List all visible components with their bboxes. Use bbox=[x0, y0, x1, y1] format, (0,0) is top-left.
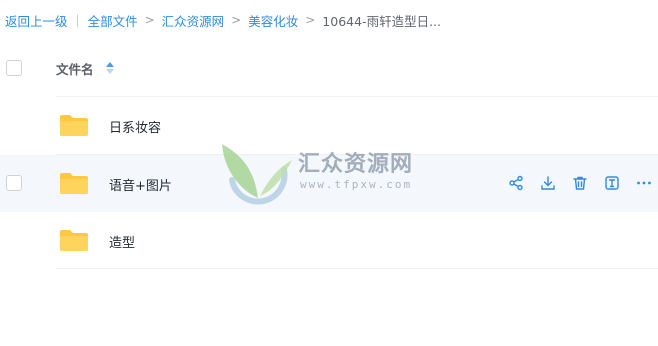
breadcrumb-arrow: > bbox=[231, 13, 242, 27]
file-list-header: 文件名 bbox=[0, 48, 658, 88]
breadcrumb-separator: | bbox=[75, 13, 80, 27]
breadcrumb-current: 10644-雨轩造型日... bbox=[322, 13, 441, 29]
file-name[interactable]: 造型 bbox=[109, 232, 135, 251]
folder-icon bbox=[60, 115, 88, 136]
more-icon[interactable] bbox=[628, 174, 658, 192]
row-divider bbox=[56, 268, 658, 269]
sort-icon[interactable] bbox=[105, 60, 115, 76]
download-icon[interactable] bbox=[532, 174, 564, 192]
column-header-filename[interactable]: 文件名 bbox=[56, 59, 94, 78]
rename-icon[interactable] bbox=[596, 174, 628, 192]
file-name[interactable]: 日系妆容 bbox=[109, 117, 161, 136]
breadcrumb-item-all-files[interactable]: 全部文件 bbox=[88, 11, 138, 30]
breadcrumb-arrow: > bbox=[144, 13, 155, 27]
table-row[interactable]: 造型 bbox=[0, 212, 658, 269]
back-link[interactable]: 返回上一级 bbox=[5, 11, 68, 30]
folder-icon bbox=[60, 230, 88, 251]
breadcrumb: 返回上一级 | 全部文件 > 汇众资源网 > 美容化妆 > 10644-雨轩造型… bbox=[5, 11, 441, 29]
row-actions bbox=[500, 174, 658, 192]
delete-icon[interactable] bbox=[564, 174, 596, 192]
breadcrumb-item-beauty[interactable]: 美容化妆 bbox=[248, 11, 298, 30]
file-name[interactable]: 语音+图片 bbox=[109, 175, 172, 194]
table-row[interactable]: 语音+图片 bbox=[0, 155, 658, 212]
share-icon[interactable] bbox=[500, 174, 532, 192]
row-checkbox[interactable] bbox=[6, 175, 22, 191]
breadcrumb-item-resource[interactable]: 汇众资源网 bbox=[162, 11, 225, 30]
select-all-checkbox[interactable] bbox=[6, 60, 22, 76]
folder-icon bbox=[60, 173, 88, 194]
breadcrumb-arrow: > bbox=[305, 13, 316, 27]
table-row[interactable]: 日系妆容 bbox=[0, 97, 658, 154]
